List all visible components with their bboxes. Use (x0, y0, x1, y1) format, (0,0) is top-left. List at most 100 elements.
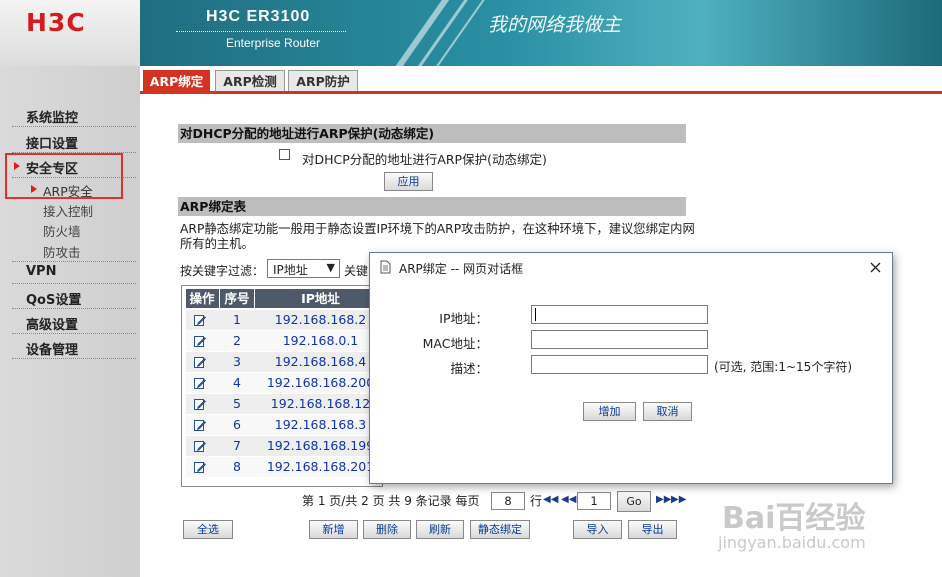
sidebar-item-device-mgmt[interactable]: 设备管理 (26, 339, 78, 358)
edit-icon[interactable] (194, 356, 206, 368)
product-name: H3C ER3100 (206, 8, 311, 25)
sidebar-subitem-firewall[interactable]: 防火墙 (43, 221, 81, 240)
row-index: 7 (233, 438, 241, 453)
select-all-button[interactable]: 全选 (183, 520, 233, 539)
prev-page-icon[interactable]: ◀◀ (561, 494, 576, 505)
filter-select-value: IP地址 (273, 263, 308, 277)
row-index: 5 (233, 396, 241, 411)
baidu-watermark: Bai百经验 (722, 501, 866, 536)
edit-icon[interactable] (194, 335, 206, 347)
row-index: 3 (233, 354, 241, 369)
chevron-down-icon: ▼ (326, 261, 335, 274)
description-label: 描述： (450, 361, 488, 376)
ip-label: IP地址： (439, 311, 488, 326)
row-index: 8 (233, 459, 241, 474)
tab-underline (140, 91, 942, 94)
row-ip[interactable]: 192.168.168.2 (255, 310, 382, 330)
sidebar-divider (12, 358, 136, 359)
row-ip[interactable]: 192.168.0.1 (255, 331, 382, 351)
product-subtitle: Enterprise Router (226, 36, 321, 50)
dhcp-protect-checkbox[interactable] (279, 149, 290, 160)
refresh-button[interactable]: 刷新 (416, 520, 464, 539)
annotation-highlight-box (5, 153, 123, 199)
ip-input[interactable] (531, 305, 708, 324)
filter-keyword-label: 关键 (344, 264, 369, 278)
page-number-input[interactable]: 1 (577, 492, 611, 510)
first-page-icon[interactable]: ◀◀ (543, 494, 558, 505)
sidebar-subitem-anti-attack[interactable]: 防攻击 (43, 242, 81, 261)
sidebar-divider (12, 308, 136, 309)
table-row: 8 192.168.168.201 (186, 457, 382, 477)
logo-panel: H3C (0, 0, 140, 66)
dialog-cancel-button[interactable]: 取消 (643, 402, 692, 421)
sidebar-divider (12, 126, 136, 127)
per-page-input[interactable]: 8 (491, 492, 525, 510)
table-row: 4 192.168.168.200 (186, 373, 382, 393)
edit-icon[interactable] (194, 398, 206, 410)
col-action: 操作 (189, 291, 215, 306)
arp-binding-dialog: ARP绑定 -- 网页对话框 IP地址： MAC地址： 描述： (可选, 范围:… (369, 252, 893, 484)
dhcp-protect-label: 对DHCP分配的地址进行ARP保护(动态绑定) (302, 152, 547, 167)
sidebar-item-advanced[interactable]: 高级设置 (26, 314, 78, 333)
table-row: 7 192.168.168.199 (186, 436, 382, 456)
mac-input[interactable] (531, 330, 708, 349)
row-ip[interactable]: 192.168.168.3 (255, 415, 382, 435)
table-row: 6 192.168.168.3 (186, 415, 382, 435)
tab-arp-binding[interactable]: ARP绑定 (143, 70, 210, 92)
row-index: 6 (233, 417, 241, 432)
dialog-titlebar: ARP绑定 -- 网页对话框 (370, 253, 892, 281)
table-row: 1 192.168.168.2 (186, 310, 382, 330)
slogan-text: 我的网络我做主 (488, 14, 622, 36)
tab-arp-detection[interactable]: ARP检测 (215, 70, 285, 91)
sidebar-item-qos[interactable]: QoS设置 (26, 289, 81, 308)
delete-button[interactable]: 删除 (363, 520, 411, 539)
binding-description-line1: ARP静态绑定功能一般用于静态设置IP环境下的ARP攻击防护，在这种环境下，建议… (180, 222, 695, 236)
close-icon[interactable] (870, 262, 881, 273)
dialog-add-button[interactable]: 增加 (583, 402, 636, 421)
filter-label: 按关键字过滤： (180, 264, 265, 278)
col-ip: IP地址 (301, 291, 340, 306)
last-page-icon[interactable]: ▶▶ (671, 494, 686, 505)
row-index: 2 (233, 333, 241, 348)
sidebar-item-vpn[interactable]: VPN (26, 264, 56, 279)
add-entry-button[interactable]: 新增 (309, 520, 358, 539)
sidebar-item-interface[interactable]: 接口设置 (26, 133, 78, 152)
sidebar-subitem-access-control[interactable]: 接入控制 (43, 201, 93, 220)
go-button[interactable]: Go (617, 491, 651, 512)
description-hint: (可选, 范围:1~15个字符) (714, 360, 852, 374)
table-row: 5 192.168.168.12 (186, 394, 382, 414)
sidebar-item-system-monitor[interactable]: 系统监控 (26, 107, 78, 126)
text-cursor (535, 308, 536, 321)
table-row: 3 192.168.168.4 (186, 352, 382, 372)
col-index: 序号 (224, 291, 250, 306)
edit-icon[interactable] (194, 314, 206, 326)
mac-label: MAC地址： (422, 336, 488, 351)
export-button[interactable]: 导出 (628, 520, 677, 539)
static-bind-button[interactable]: 静态绑定 (470, 520, 530, 539)
row-ip[interactable]: 192.168.168.199 (255, 436, 382, 456)
row-ip[interactable]: 192.168.168.201 (255, 457, 382, 477)
next-page-icon[interactable]: ▶▶ (656, 494, 671, 505)
edit-icon[interactable] (194, 440, 206, 452)
row-index: 1 (233, 312, 241, 327)
router-admin-page: H3C H3C ER3100 Enterprise Router 我的网络我做主… (0, 0, 942, 577)
row-ip[interactable]: 192.168.168.200 (255, 373, 382, 393)
edit-icon[interactable] (194, 461, 206, 473)
pager-summary: 第 1 页/共 2 页 共 9 条记录 每页 (302, 494, 480, 508)
binding-table-header: ARP绑定表 (178, 197, 686, 216)
row-ip[interactable]: 192.168.168.4 (255, 352, 382, 372)
description-input[interactable] (531, 355, 708, 374)
filter-select[interactable]: IP地址 ▼ (267, 259, 340, 278)
apply-button[interactable]: 应用 (384, 172, 433, 191)
dhcp-section-header: 对DHCP分配的地址进行ARP保护(动态绑定) (178, 124, 686, 143)
dialog-title: ARP绑定 -- 网页对话框 (399, 262, 524, 276)
edit-icon[interactable] (194, 377, 206, 389)
tab-arp-protection[interactable]: ARP防护 (288, 70, 358, 91)
row-ip[interactable]: 192.168.168.12 (255, 394, 382, 414)
sidebar-divider (12, 261, 136, 262)
import-button[interactable]: 导入 (573, 520, 622, 539)
sidebar-divider (12, 333, 136, 334)
edit-icon[interactable] (194, 419, 206, 431)
banner-divider (176, 31, 346, 32)
rows-unit-label: 行 (530, 494, 543, 508)
